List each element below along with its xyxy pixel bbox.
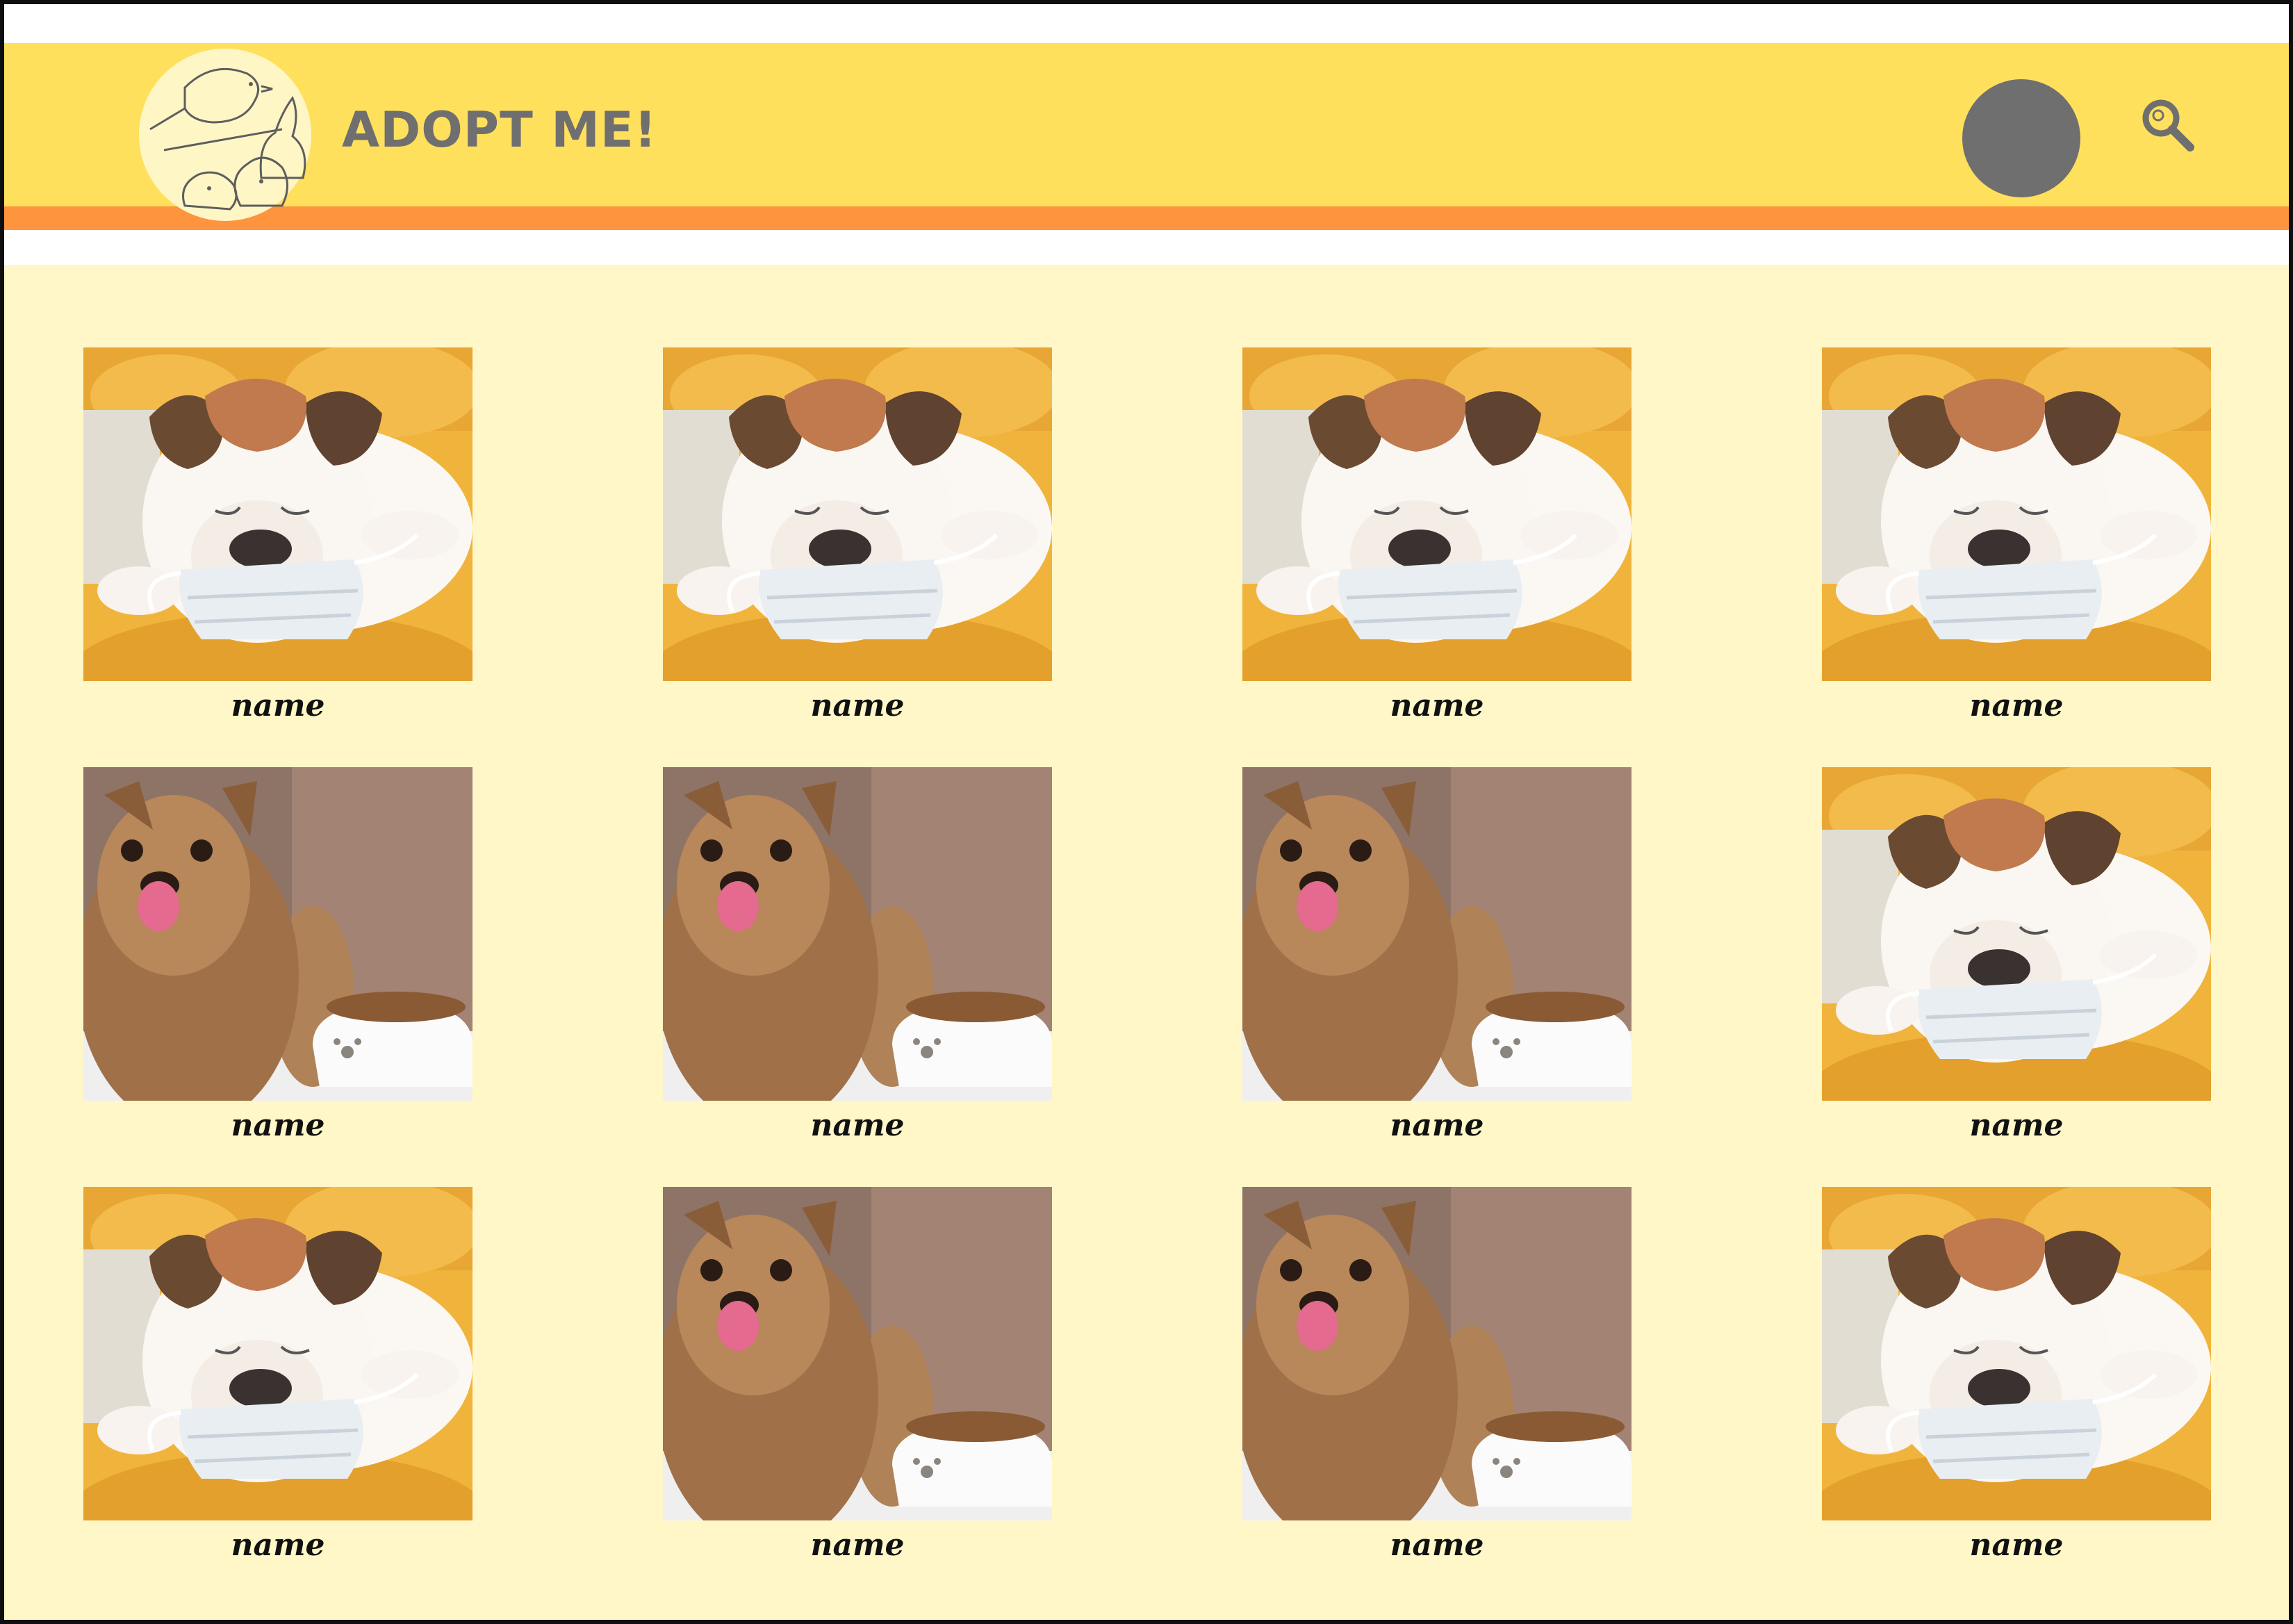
header-accent-stripe [4,206,2289,230]
pet-name: name [231,1108,325,1143]
header-bottom-margin [4,230,2289,265]
yorkie-photo [83,767,472,1101]
bulldog-photo [1822,767,2211,1101]
pet-name: name [1969,1527,2064,1563]
yorkie-photo [1242,1187,1632,1520]
yorkie-photo [1242,767,1632,1101]
pet-name: name [810,688,905,723]
site-title[interactable]: ADOPT ME! [342,101,657,158]
bulldog-photo [83,347,472,681]
bulldog-photo [1822,347,2211,681]
search-icon[interactable] [2137,96,2197,156]
pet-name: name [810,1527,905,1563]
pet-name: name [231,688,325,723]
bulldog-photo [1822,1187,2211,1520]
bulldog-photo [1242,347,1632,681]
pet-name: name [810,1108,905,1143]
pet-name: name [1390,688,1484,723]
pet-name: name [1390,1527,1484,1563]
yorkie-photo [663,1187,1052,1520]
pet-name: name [1390,1108,1484,1143]
page-frame: ADOPT ME! name name name name name name … [0,0,2293,1624]
pet-name: name [231,1527,325,1563]
user-avatar[interactable] [1962,79,2080,197]
bulldog-photo [83,1187,472,1520]
pets-logo-icon[interactable] [136,46,314,224]
top-margin [4,4,2289,43]
bulldog-photo [663,347,1052,681]
yorkie-photo [663,767,1052,1101]
pet-name: name [1969,1108,2064,1143]
pet-name: name [1969,688,2064,723]
